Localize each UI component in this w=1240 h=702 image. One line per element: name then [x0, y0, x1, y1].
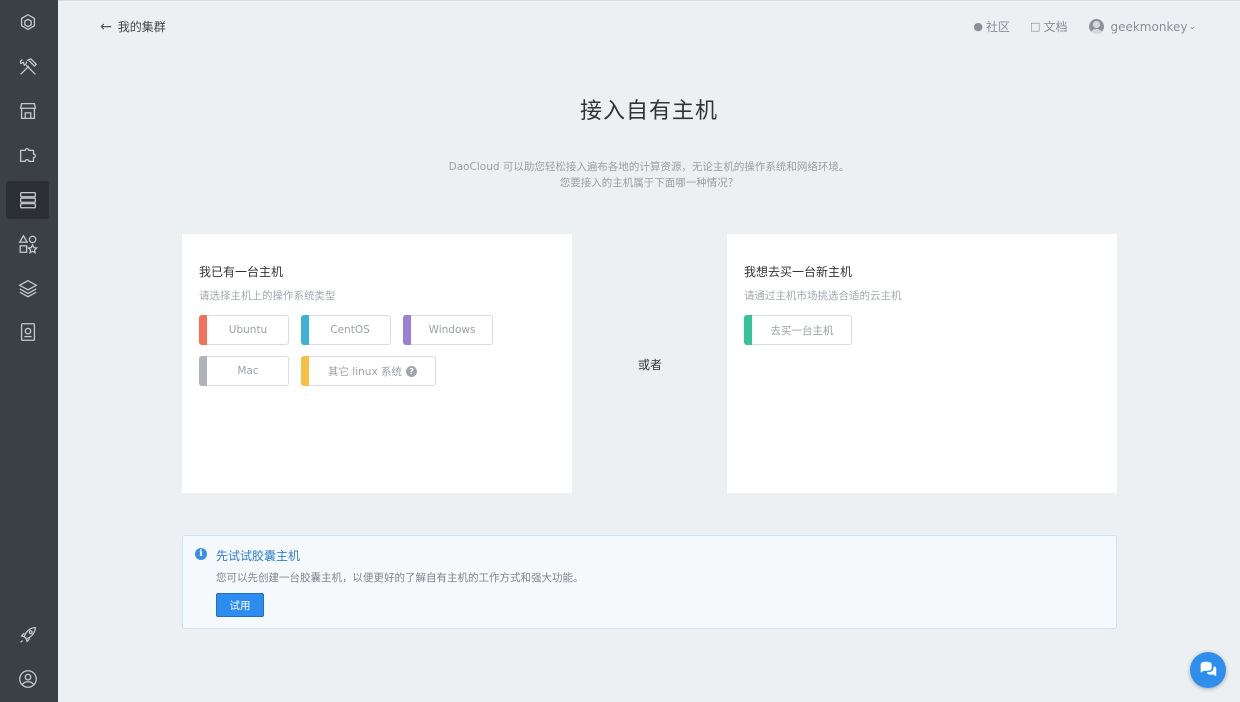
card-title: 我想去买一台新主机	[744, 265, 853, 279]
page-subtitle: DaoCloud 可以助您轻松接入遍布各地的计算资源，无论主机的操作系统和网络环…	[58, 159, 1240, 191]
logo-icon[interactable]	[6, 4, 49, 42]
rocket-icon[interactable]	[6, 616, 49, 654]
buy-color-bar	[744, 315, 752, 345]
back-link[interactable]: ← 我的集群	[100, 18, 166, 35]
or-divider: 或者	[638, 358, 663, 372]
os-label: Ubuntu	[228, 324, 268, 336]
os-option-windows[interactable]: Windows	[403, 315, 493, 345]
back-label: 我的集群	[117, 20, 166, 34]
chat-bubbles-icon	[1200, 661, 1217, 677]
os-color-bar	[403, 315, 411, 345]
store-icon[interactable]	[6, 92, 49, 130]
avatar	[1089, 19, 1105, 34]
help-icon[interactable]: ?	[406, 365, 418, 377]
page-title: 接入自有主机	[579, 99, 718, 124]
chat-bubble-icon: ●	[973, 20, 984, 33]
os-option-other-linux[interactable]: 其它 linux 系统 ?	[301, 356, 436, 386]
chat-button[interactable]	[1190, 652, 1226, 688]
user-menu[interactable]: geekmonkey ⌄	[1089, 19, 1196, 34]
os-color-bar	[199, 356, 207, 386]
docs-label: 文档	[1043, 20, 1068, 34]
chevron-down-icon: ⌄	[1188, 21, 1196, 32]
sidebar	[0, 0, 58, 702]
notice-title: 先试试胶囊主机	[216, 549, 301, 563]
username: geekmonkey	[1110, 19, 1188, 34]
community-label: 社区	[986, 20, 1011, 34]
card-desc: 请通过主机市场挑选合适的云主机	[744, 290, 902, 302]
os-option-mac[interactable]: Mac	[199, 356, 289, 386]
layers-icon[interactable]	[6, 269, 49, 307]
os-label: CentOS	[330, 324, 370, 336]
user-icon[interactable]	[6, 660, 49, 698]
info-icon: i	[195, 548, 207, 560]
monitor-icon[interactable]	[6, 313, 49, 351]
server-icon[interactable]	[6, 181, 49, 219]
tools-icon[interactable]	[6, 48, 49, 86]
capsule-host-notice: i 先试试胶囊主机 您可以先创建一台胶囊主机，以便更好的了解自有主机的工作方式和…	[182, 535, 1117, 629]
card-desc: 请选择主机上的操作系统类型	[199, 290, 336, 302]
try-button[interactable]: 试用	[216, 593, 264, 617]
os-label: Windows	[428, 324, 476, 336]
document-icon: □	[1030, 20, 1041, 33]
puzzle-icon[interactable]	[6, 136, 49, 174]
os-label: Mac	[237, 365, 259, 377]
notice-desc: 您可以先创建一台胶囊主机，以便更好的了解自有主机的工作方式和强大功能。	[216, 572, 584, 584]
os-label: 其它 linux 系统	[327, 365, 403, 378]
os-option-ubuntu[interactable]: Ubuntu	[199, 315, 289, 345]
docs-link[interactable]: □ 文档	[1030, 18, 1067, 35]
arrow-left-icon: ←	[100, 18, 112, 35]
buy-host-button[interactable]: 去买一台主机	[744, 315, 852, 345]
main-content: ← 我的集群 ● 社区 □ 文档 geekmonkey ⌄ 接入自有主机 Dao…	[58, 0, 1240, 702]
os-color-bar	[199, 315, 207, 345]
os-color-bar	[301, 315, 309, 345]
buy-host-card: 我想去买一台新主机 请通过主机市场挑选合适的云主机 去买一台主机	[727, 234, 1117, 493]
shapes-icon[interactable]	[6, 225, 49, 263]
subtitle-line-1: DaoCloud 可以助您轻松接入遍布各地的计算资源，无论主机的操作系统和网络环…	[448, 161, 850, 173]
os-option-centos[interactable]: CentOS	[301, 315, 391, 345]
community-link[interactable]: ● 社区	[973, 18, 1010, 35]
top-nav: ● 社区 □ 文档 geekmonkey ⌄	[953, 18, 1196, 35]
card-title: 我已有一台主机	[199, 265, 284, 279]
subtitle-line-2: 您要接入的主机属于下面哪一种情况？	[559, 177, 739, 189]
os-color-bar	[301, 356, 309, 386]
existing-host-card: 我已有一台主机 请选择主机上的操作系统类型 Ubuntu CentOS Wind…	[182, 234, 572, 493]
buy-label: 去买一台主机	[770, 324, 834, 337]
